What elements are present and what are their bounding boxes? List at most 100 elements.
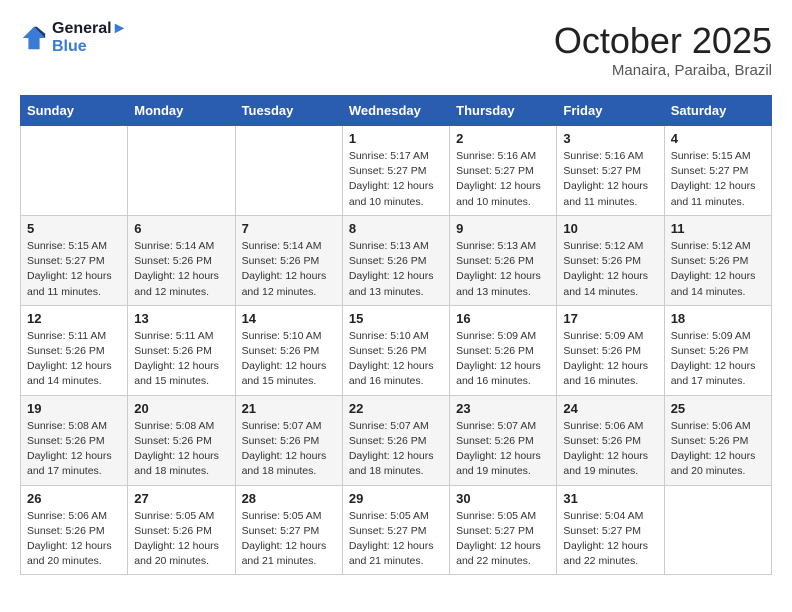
day-info: Sunrise: 5:14 AM <box>134 239 228 254</box>
day-info: and 10 minutes. <box>349 195 443 210</box>
day-info: Sunset: 5:26 PM <box>27 344 121 359</box>
day-info: Sunrise: 5:09 AM <box>456 329 550 344</box>
day-info: Sunrise: 5:12 AM <box>671 239 765 254</box>
day-info: Sunrise: 5:04 AM <box>563 509 657 524</box>
day-info: Sunrise: 5:07 AM <box>242 419 336 434</box>
day-info: Sunrise: 5:09 AM <box>671 329 765 344</box>
day-info: Sunrise: 5:10 AM <box>242 329 336 344</box>
day-info: Daylight: 12 hours <box>27 269 121 284</box>
calendar-week-1: 1Sunrise: 5:17 AMSunset: 5:27 PMDaylight… <box>21 126 772 216</box>
day-info: Sunrise: 5:06 AM <box>27 509 121 524</box>
day-info: Sunset: 5:26 PM <box>563 344 657 359</box>
day-info: Sunset: 5:27 PM <box>563 164 657 179</box>
page-header: General► Blue October 2025 Manaira, Para… <box>20 20 772 79</box>
day-info: Daylight: 12 hours <box>563 359 657 374</box>
day-info: Daylight: 12 hours <box>456 179 550 194</box>
day-info: Sunset: 5:27 PM <box>456 164 550 179</box>
day-info: and 18 minutes. <box>242 464 336 479</box>
day-info: Sunset: 5:27 PM <box>27 254 121 269</box>
calendar-week-5: 26Sunrise: 5:06 AMSunset: 5:26 PMDayligh… <box>21 485 772 575</box>
weekday-header-sunday: Sunday <box>21 96 128 126</box>
day-number: 21 <box>242 401 336 416</box>
day-number: 24 <box>563 401 657 416</box>
day-info: and 18 minutes. <box>134 464 228 479</box>
day-info: and 19 minutes. <box>456 464 550 479</box>
day-info: Sunrise: 5:13 AM <box>456 239 550 254</box>
day-info: Sunrise: 5:05 AM <box>349 509 443 524</box>
day-info: Daylight: 12 hours <box>27 539 121 554</box>
day-number: 18 <box>671 311 765 326</box>
day-info: Sunrise: 5:07 AM <box>349 419 443 434</box>
calendar-cell: 27Sunrise: 5:05 AMSunset: 5:26 PMDayligh… <box>128 485 235 575</box>
day-info: and 15 minutes. <box>134 374 228 389</box>
calendar-cell <box>664 485 771 575</box>
day-info: Daylight: 12 hours <box>349 269 443 284</box>
calendar-cell: 4Sunrise: 5:15 AMSunset: 5:27 PMDaylight… <box>664 126 771 216</box>
day-info: and 18 minutes. <box>349 464 443 479</box>
day-info: Daylight: 12 hours <box>456 269 550 284</box>
day-info: Daylight: 12 hours <box>242 539 336 554</box>
day-info: Sunset: 5:27 PM <box>671 164 765 179</box>
calendar-cell: 19Sunrise: 5:08 AMSunset: 5:26 PMDayligh… <box>21 395 128 485</box>
day-number: 17 <box>563 311 657 326</box>
day-info: and 20 minutes. <box>671 464 765 479</box>
day-info: Sunset: 5:26 PM <box>134 434 228 449</box>
day-info: Daylight: 12 hours <box>349 359 443 374</box>
day-info: and 11 minutes. <box>563 195 657 210</box>
day-info: Sunset: 5:26 PM <box>242 344 336 359</box>
day-info: Sunrise: 5:10 AM <box>349 329 443 344</box>
calendar-cell: 28Sunrise: 5:05 AMSunset: 5:27 PMDayligh… <box>235 485 342 575</box>
day-info: and 12 minutes. <box>134 285 228 300</box>
day-number: 7 <box>242 221 336 236</box>
calendar-week-3: 12Sunrise: 5:11 AMSunset: 5:26 PMDayligh… <box>21 305 772 395</box>
day-info: Daylight: 12 hours <box>242 269 336 284</box>
day-info: Sunset: 5:26 PM <box>27 524 121 539</box>
day-number: 26 <box>27 491 121 506</box>
day-info: and 16 minutes. <box>456 374 550 389</box>
day-info: Sunrise: 5:11 AM <box>134 329 228 344</box>
day-info: Sunset: 5:26 PM <box>242 254 336 269</box>
day-info: Daylight: 12 hours <box>671 359 765 374</box>
day-info: Sunrise: 5:05 AM <box>134 509 228 524</box>
day-info: Daylight: 12 hours <box>349 179 443 194</box>
weekday-header-friday: Friday <box>557 96 664 126</box>
day-info: Sunset: 5:26 PM <box>456 254 550 269</box>
month-title: October 2025 <box>554 20 772 62</box>
day-info: and 20 minutes. <box>27 554 121 569</box>
calendar-cell: 29Sunrise: 5:05 AMSunset: 5:27 PMDayligh… <box>342 485 449 575</box>
day-info: Sunset: 5:26 PM <box>134 254 228 269</box>
calendar-cell <box>21 126 128 216</box>
day-number: 23 <box>456 401 550 416</box>
day-info: Sunset: 5:26 PM <box>456 434 550 449</box>
day-info: Sunrise: 5:11 AM <box>27 329 121 344</box>
day-info: Sunrise: 5:16 AM <box>563 149 657 164</box>
calendar-week-4: 19Sunrise: 5:08 AMSunset: 5:26 PMDayligh… <box>21 395 772 485</box>
day-info: and 13 minutes. <box>456 285 550 300</box>
calendar-cell: 2Sunrise: 5:16 AMSunset: 5:27 PMDaylight… <box>450 126 557 216</box>
day-info: Sunrise: 5:14 AM <box>242 239 336 254</box>
day-info: Sunrise: 5:06 AM <box>563 419 657 434</box>
day-info: Daylight: 12 hours <box>563 179 657 194</box>
calendar-cell: 16Sunrise: 5:09 AMSunset: 5:26 PMDayligh… <box>450 305 557 395</box>
day-number: 9 <box>456 221 550 236</box>
day-info: Sunset: 5:27 PM <box>242 524 336 539</box>
calendar-cell: 9 Sunrise: 5:13 AMSunset: 5:26 PMDaylight… <box>450 215 557 305</box>
day-info: Daylight: 12 hours <box>456 359 550 374</box>
day-info: Daylight: 12 hours <box>671 179 765 194</box>
calendar-cell: 12Sunrise: 5:11 AMSunset: 5:26 PMDayligh… <box>21 305 128 395</box>
calendar-cell: 7 Sunrise: 5:14 AMSunset: 5:26 PMDaylight… <box>235 215 342 305</box>
day-info: Sunset: 5:26 PM <box>27 434 121 449</box>
calendar-cell: 22Sunrise: 5:07 AMSunset: 5:26 PMDayligh… <box>342 395 449 485</box>
day-number: 19 <box>27 401 121 416</box>
day-info: Sunrise: 5:05 AM <box>456 509 550 524</box>
day-info: Daylight: 12 hours <box>456 449 550 464</box>
day-info: Sunset: 5:26 PM <box>456 344 550 359</box>
weekday-header-thursday: Thursday <box>450 96 557 126</box>
day-number: 11 <box>671 221 765 236</box>
day-info: Daylight: 12 hours <box>27 359 121 374</box>
day-number: 6 <box>134 221 228 236</box>
day-info: and 21 minutes. <box>349 554 443 569</box>
day-number: 30 <box>456 491 550 506</box>
day-number: 2 <box>456 131 550 146</box>
day-info: Daylight: 12 hours <box>134 359 228 374</box>
